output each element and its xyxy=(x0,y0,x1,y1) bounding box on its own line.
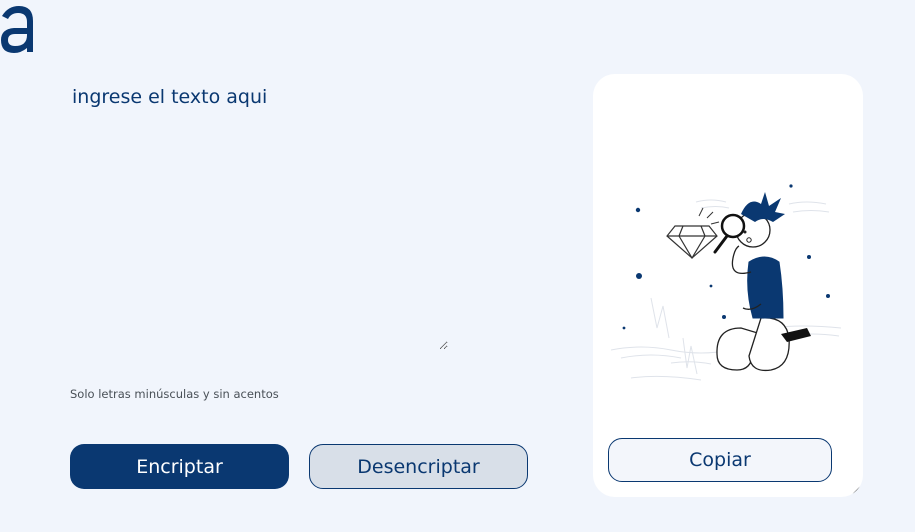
text-input[interactable] xyxy=(70,84,448,350)
copy-button[interactable]: Copiar xyxy=(608,438,832,482)
hint-text: Solo letras minúsculas y sin acentos xyxy=(70,387,279,401)
output-panel[interactable]: Copiar xyxy=(593,74,863,497)
decrypt-button[interactable]: Desencriptar xyxy=(309,444,528,489)
resize-handle-icon[interactable] xyxy=(851,485,861,495)
alura-logo-icon xyxy=(1,6,33,53)
encrypt-button[interactable]: Encriptar xyxy=(70,444,289,489)
encryptor-page: Solo letras minúsculas y sin acentos Enc… xyxy=(0,0,915,532)
boy-with-magnifying-glass-illustration xyxy=(611,184,842,381)
input-hint: Solo letras minúsculas y sin acentos xyxy=(70,387,279,401)
